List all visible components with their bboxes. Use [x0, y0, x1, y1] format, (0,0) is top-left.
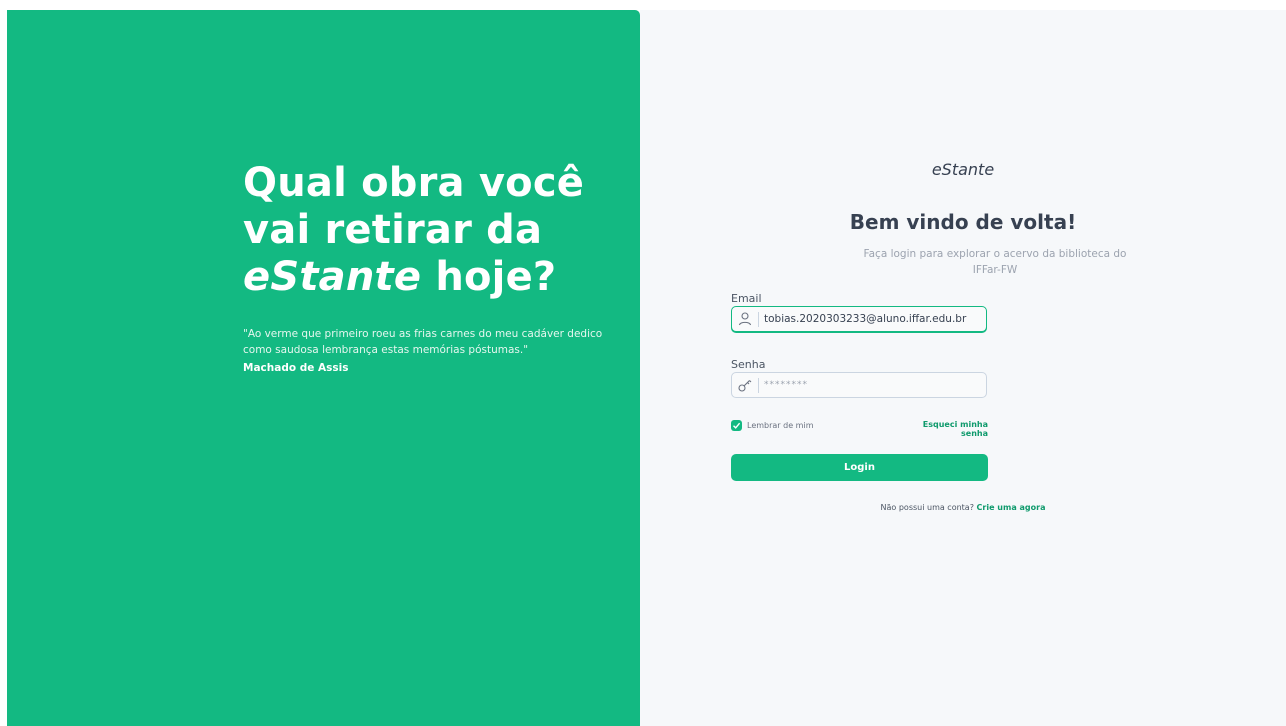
hero-title-brand: eStante: [243, 254, 422, 300]
quote-author: Machado de Assis: [243, 362, 349, 374]
signup-text: Não possui uma conta?: [880, 503, 974, 512]
welcome-heading: Bem vindo de volta!: [849, 210, 1077, 234]
login-button[interactable]: Login: [731, 454, 988, 481]
password-field[interactable]: [731, 372, 987, 398]
email-input[interactable]: [764, 309, 979, 329]
signup-link[interactable]: Crie uma agora: [977, 503, 1046, 512]
remember-label: Lembrar de mim: [747, 421, 814, 430]
remember-checkbox[interactable]: [731, 420, 742, 431]
app-logo: eStante: [931, 160, 995, 179]
hero-panel: Qual obra você vai retirar da eStante ho…: [7, 10, 640, 726]
hero-title-line1: Qual obra você: [243, 160, 585, 206]
hero-quote: "Ao verme que primeiro roeu as frias car…: [243, 328, 603, 356]
login-panel: eStante Bem vindo de volta! Faça login p…: [640, 10, 1286, 726]
login-subtitle: Faça login para explorar o acervo da bib…: [863, 248, 1127, 276]
remember-me-toggle[interactable]: Lembrar de mim: [731, 420, 813, 431]
key-icon: [737, 377, 753, 393]
user-icon: [737, 311, 753, 327]
hero-title: Qual obra você vai retirar da eStante ho…: [243, 160, 623, 301]
email-label: Email: [731, 292, 762, 305]
check-icon: [733, 422, 741, 429]
password-input[interactable]: [764, 375, 979, 395]
hero-title-line2: vai retirar da: [243, 207, 543, 253]
signup-prompt: Não possui uma conta? Crie uma agora: [640, 503, 1286, 512]
hero-title-end: hoje?: [421, 254, 557, 300]
field-divider: [758, 312, 759, 327]
field-divider: [758, 378, 759, 393]
email-field[interactable]: [731, 306, 987, 332]
forgot-password-link[interactable]: Esqueci minha senha: [902, 420, 988, 438]
password-label: Senha: [731, 358, 766, 371]
